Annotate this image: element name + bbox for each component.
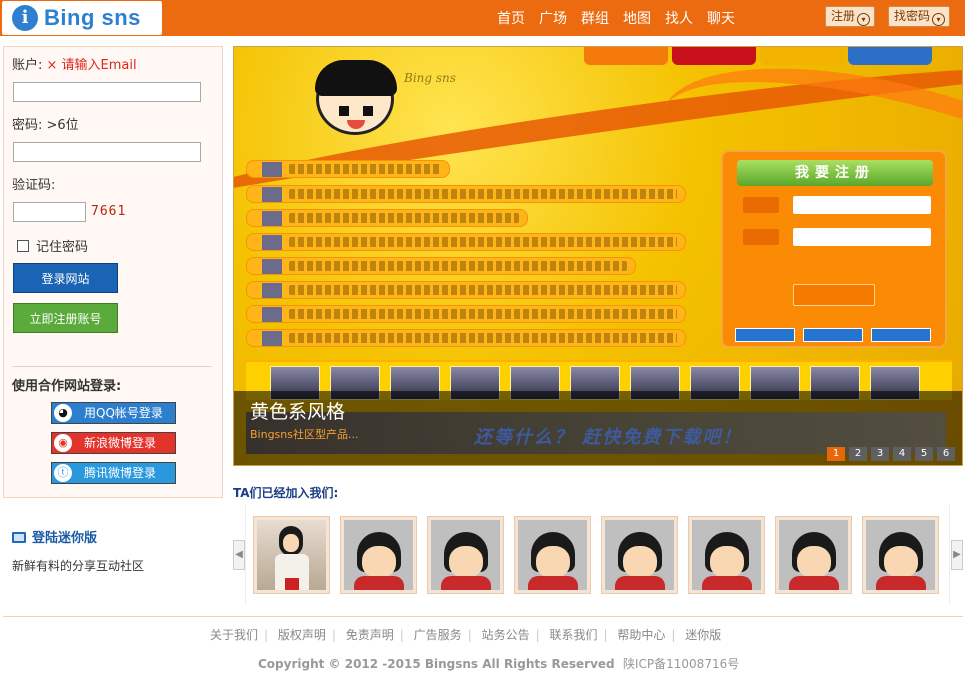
footer-divider [3, 616, 963, 617]
remember-checkbox[interactable] [17, 240, 29, 252]
member-avatar[interactable] [514, 516, 591, 594]
copyright: Copyright © 2012 -2015 Bingsns All Right… [258, 655, 739, 672]
banner-register-box: 我要注册 [721, 150, 947, 348]
banner-title: 黄色系风格 [250, 401, 346, 423]
footer-link-notice[interactable]: 站务公告 [482, 628, 530, 642]
account-label-row: 账户: × 请输入Email [12, 54, 137, 73]
footer-link-contact[interactable]: 联系我们 [549, 628, 597, 642]
register-label: 注册 [831, 9, 856, 23]
banner-tagline: 还等什么？ 赶快免费下载吧！ [474, 427, 743, 448]
account-error: × 请输入Email [46, 58, 137, 73]
top-header: i Bing sns 首页 广场 群组 地图 找人 聊天 注册 ▾ 找密码 ▾ [0, 0, 965, 36]
password-label: 密码: >6位 [12, 118, 79, 133]
login-panel: 账户: × 请输入Email 密码: >6位 验证码: 7661 记住密码 登录… [3, 46, 223, 498]
logo-text: Bing sns [44, 5, 141, 30]
sina-weibo-login-button[interactable]: ◉ 新浪微博登录 [51, 432, 176, 454]
footer-link-mini[interactable]: 迷你版 [685, 628, 721, 642]
member-avatar[interactable] [340, 516, 417, 594]
feed-row [246, 329, 686, 347]
qq-login-label: 用QQ帐号登录 [84, 406, 163, 420]
captcha-input[interactable] [13, 202, 86, 222]
qq-penguin-icon: ◕ [54, 404, 72, 422]
joined-title: TA们已经加入我们: [233, 486, 339, 500]
feed-row [246, 185, 686, 203]
pager-dot[interactable]: 1 [827, 447, 845, 461]
nav-chat[interactable]: 聊天 [700, 0, 742, 36]
captcha-label: 验证码: [12, 178, 56, 193]
main-nav: 首页 广场 群组 地图 找人 聊天 [490, 0, 742, 36]
member-avatar[interactable] [775, 516, 852, 594]
footer-link-disclaimer[interactable]: 免责声明 [346, 628, 394, 642]
pager-dot[interactable]: 5 [915, 447, 933, 461]
account-input[interactable] [13, 82, 201, 102]
captcha-image[interactable]: 7661 [91, 204, 126, 219]
next-arrow-icon[interactable]: ▶ [951, 540, 963, 570]
feed-row [246, 305, 686, 323]
chevron-down-icon: ▾ [857, 13, 871, 26]
footer-links: 关于我们 | 版权声明 | 免责声明 | 广告服务 | 站务公告 | 联系我们 | 帮助中心… [210, 628, 722, 642]
icp-number[interactable]: 陕ICP备11008716号 [623, 657, 739, 671]
nav-find-people[interactable]: 找人 [658, 0, 700, 36]
banner-tab-decor [584, 47, 932, 65]
nav-square[interactable]: 广场 [532, 0, 574, 36]
divider [12, 366, 212, 367]
chevron-down-icon: ▾ [932, 13, 946, 26]
hero-banner[interactable]: Bing sns 我要注册 黄色系风格 Bingsns社区型产品... 还等什么… [233, 46, 963, 466]
mini-version-label: 登陆迷你版 [32, 531, 98, 546]
mini-version-link[interactable]: 登陆迷你版 [12, 527, 97, 546]
member-avatar[interactable] [862, 516, 939, 594]
pager-dot[interactable]: 2 [849, 447, 867, 461]
weibo-login-label: 新浪微博登录 [84, 436, 157, 450]
feed-row [246, 257, 636, 275]
login-button[interactable]: 登录网站 [13, 263, 118, 293]
mascot-image [315, 60, 397, 135]
remember-label: 记住密码 [36, 240, 89, 255]
footer-link-about[interactable]: 关于我们 [210, 628, 258, 642]
footer-link-ads[interactable]: 广告服务 [414, 628, 462, 642]
info-logo-icon: i [12, 5, 38, 31]
pager-dot[interactable]: 4 [893, 447, 911, 461]
tencent-weibo-label: 腾讯微博登录 [84, 466, 157, 480]
account-label: 账户: [12, 58, 43, 73]
site-logo[interactable]: i Bing sns [2, 1, 162, 35]
nav-map[interactable]: 地图 [616, 0, 658, 36]
member-avatar[interactable] [688, 516, 765, 594]
mini-slogan: 新鲜有料的分享互动社区 [12, 559, 145, 573]
qq-login-button[interactable]: ◕ 用QQ帐号登录 [51, 402, 176, 424]
prev-arrow-icon[interactable]: ◀ [233, 540, 245, 570]
member-avatar[interactable] [253, 516, 330, 594]
footer-link-copyright[interactable]: 版权声明 [278, 628, 326, 642]
partner-login-title: 使用合作网站登录: [12, 379, 122, 394]
banner-logo-decor: Bing sns [404, 71, 456, 85]
banner-subtitle[interactable]: Bingsns社区型产品... [250, 426, 358, 442]
tencent-weibo-login-button[interactable]: ⓣ 腾讯微博登录 [51, 462, 176, 484]
nav-home[interactable]: 首页 [490, 0, 532, 36]
tencent-weibo-icon: ⓣ [54, 464, 72, 482]
nav-groups[interactable]: 群组 [574, 0, 616, 36]
feed-row [246, 209, 528, 227]
feed-row [246, 160, 450, 178]
footer-link-help[interactable]: 帮助中心 [617, 628, 665, 642]
banner-register-title: 我要注册 [737, 160, 933, 186]
find-password-button[interactable]: 找密码 ▾ [888, 6, 951, 27]
monitor-icon [12, 532, 26, 543]
member-avatar[interactable] [601, 516, 678, 594]
pager-dot[interactable]: 3 [871, 447, 889, 461]
member-avatar[interactable] [427, 516, 504, 594]
weibo-eye-icon: ◉ [54, 434, 72, 452]
password-input[interactable] [13, 142, 201, 162]
banner-pager: 1 2 3 4 5 6 [827, 447, 955, 461]
copyright-text: Copyright © 2012 -2015 Bingsns All Right… [258, 657, 615, 671]
feed-row [246, 281, 686, 299]
pager-dot[interactable]: 6 [937, 447, 955, 461]
register-button[interactable]: 注册 ▾ [825, 6, 876, 27]
signup-button[interactable]: 立即注册账号 [13, 303, 118, 333]
remember-password[interactable]: 记住密码 [17, 236, 88, 255]
find-password-label: 找密码 [894, 9, 931, 23]
feed-row [246, 233, 686, 251]
